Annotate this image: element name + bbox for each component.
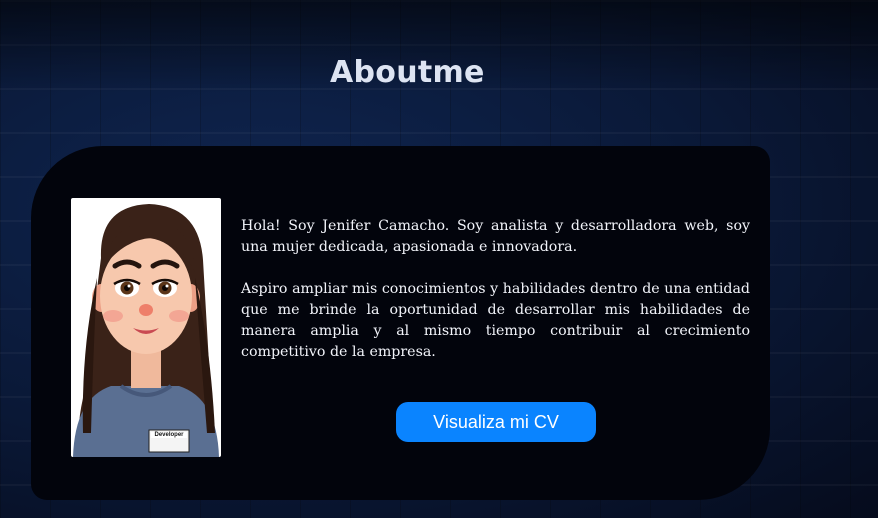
view-cv-button[interactable]: Visualiza mi CV — [396, 402, 596, 442]
bio-text: Hola! Soy Jenifer Camacho. Soy analista … — [241, 216, 750, 384]
bio-paragraph-intro: Hola! Soy Jenifer Camacho. Soy analista … — [241, 218, 750, 255]
about-card: Developer Hola! Soy Jenifer Camacho. Soy… — [31, 146, 770, 500]
profile-avatar: Developer — [71, 198, 221, 457]
bio-paragraph-goals: Aspiro ampliar mis conocimientos y habil… — [241, 281, 750, 360]
avatar-badge-text: Developer — [154, 432, 184, 438]
section-title: Aboutme — [330, 55, 485, 90]
avatar-illustration — [71, 198, 221, 457]
